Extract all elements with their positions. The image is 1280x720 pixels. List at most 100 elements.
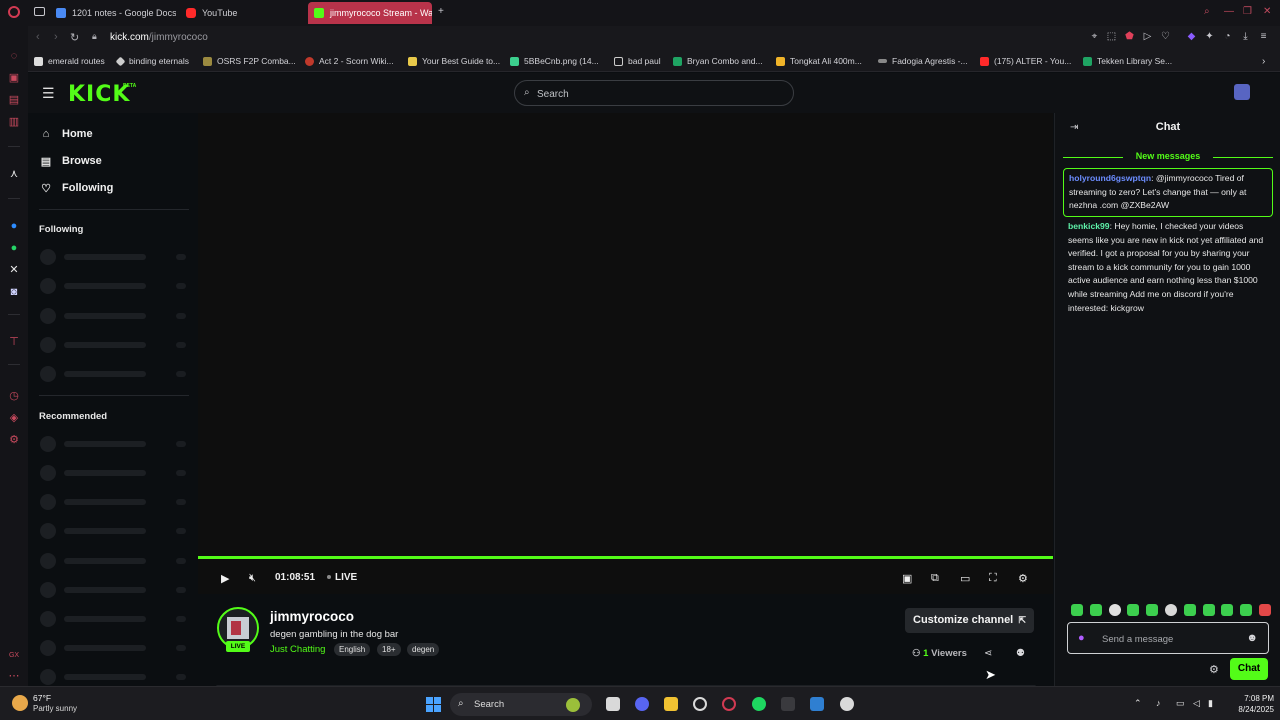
tab-youtube[interactable]: YouTube [186,2,296,24]
emote-icon[interactable] [1240,604,1253,616]
sidebar-history-icon[interactable]: ◷ [8,390,20,402]
chat-settings-icon[interactable]: ⚙ [1209,663,1219,676]
new-tab-button[interactable]: + [438,6,444,17]
hamburger-menu-icon[interactable]: ☰ [42,85,55,102]
bookmark-item[interactable]: Act 2 - Scorn Wiki... [305,54,394,68]
reload-icon[interactable]: ↻ [70,31,79,44]
sidebar-more-icon[interactable]: ⋯ [8,670,20,682]
taskbar-search[interactable]: ⌕ Search [450,693,592,716]
chat-input-box[interactable]: ● ☻ [1067,622,1269,654]
live-indicator[interactable]: LIVE [327,572,357,583]
search-tabs-icon[interactable]: ⌕ [1204,6,1210,17]
sidebar-discord-icon[interactable]: ◙ [8,286,20,298]
nav-following[interactable]: ♡ Following [40,179,113,197]
tag-degen[interactable]: degen [407,643,440,656]
bookmark-item[interactable]: binding eternals [115,54,189,68]
player-icon[interactable]: ▷ [1142,31,1153,42]
bookmarks-overflow-icon[interactable]: › [1262,54,1265,68]
emote-icon[interactable] [1146,604,1159,616]
tab-kick-stream[interactable]: jimmyrococo Stream - Wa [308,2,432,24]
user-avatar[interactable] [1234,84,1250,100]
windows-start-icon[interactable] [426,697,441,712]
sidebar-gx-icon[interactable]: GX [8,650,20,662]
tag-english[interactable]: English [334,643,371,656]
adblock-icon[interactable]: ⬟ [1124,31,1135,42]
sidebar-shopping-icon[interactable]: ▣ [8,72,20,84]
url-field[interactable]: kick.com/jimmyrococo [110,32,208,43]
spotify-app-icon[interactable] [752,697,766,711]
network-icon[interactable]: ▭ [1176,698,1185,709]
theater-mode-icon[interactable]: ▭ [960,572,970,585]
minimize-button[interactable]: — [1224,6,1234,17]
follow-user-icon[interactable]: ⚉ [1016,648,1025,659]
file-explorer-icon[interactable] [664,697,678,711]
bookmark-item[interactable]: emerald routes [34,54,105,68]
search-input[interactable] [537,86,777,102]
search-box[interactable]: ⌕ [514,80,794,106]
app-3-icon[interactable] [810,697,824,711]
discord-app-icon[interactable] [635,697,649,711]
new-messages-divider[interactable]: New messages [1063,151,1273,163]
heart-icon[interactable]: ♡ [1160,31,1171,42]
emote-icon[interactable] [1089,604,1102,616]
bookmark-item[interactable]: Tongkat Ali 400m... [776,54,862,68]
sidebar-x-icon[interactable]: ✕ [8,264,20,276]
emote-icon[interactable] [1202,604,1215,616]
screenshot-icon[interactable]: ⌖ [1089,31,1100,42]
unity-app-icon[interactable] [840,697,854,711]
vpn-icon[interactable]: ◆ [1186,31,1197,42]
chrome-app-icon[interactable] [693,697,707,711]
sidebar-wallet-icon[interactable]: ▤ [8,94,20,106]
bookmark-item[interactable]: (175) ALTER - You... [980,54,1071,68]
snapshot-icon[interactable]: ⬚ [1106,31,1117,42]
bookmark-item[interactable]: Fadogia Agrestis -... [878,54,968,68]
sidebar-extensions-icon[interactable]: ◈ [8,412,20,424]
mini-player-icon[interactable]: ▣ [902,572,912,585]
clip-icon[interactable]: ⧉ [931,572,939,585]
customize-channel-button[interactable]: Customize channel ⇱ [905,608,1034,633]
browser-menu-icon[interactable]: ≡ [1258,31,1269,42]
account-icon[interactable]: ◔ [1222,31,1233,42]
emote-icon[interactable] [1108,604,1121,616]
sidebar-mail-icon[interactable]: ▥ [8,116,20,128]
emote-icon[interactable] [1164,604,1177,616]
chat-username[interactable]: holyround6gswptqn [1069,173,1151,183]
emoji-picker-icon[interactable]: ☻ [1246,632,1258,644]
tab-overview-icon[interactable] [34,7,45,16]
nav-browse[interactable]: ▤ Browse [40,152,102,170]
system-clock[interactable]: 7:08 PM 8/24/2025 [1222,693,1274,715]
live-app-icon[interactable] [781,697,795,711]
task-view-icon[interactable] [606,697,620,711]
stream-category[interactable]: Just Chatting [270,644,325,655]
sidebar-messenger-icon[interactable]: ● [8,220,20,232]
battery-icon[interactable]: ▮ [1208,698,1213,709]
bookmark-item[interactable]: OSRS F2P Comba... [203,54,296,68]
sidebar-whatsapp-icon[interactable]: ● [8,242,20,254]
download-icon[interactable]: ⤓ [1240,31,1251,42]
close-button[interactable]: ✕ [1263,6,1271,17]
sidebar-flow-icon[interactable]: ⊤ [8,336,20,348]
emote-icon[interactable] [1183,604,1196,616]
send-chat-button[interactable]: Chat [1230,658,1268,680]
chat-message-input[interactable] [1102,631,1242,647]
fullscreen-icon[interactable]: ⛶ [989,572,997,585]
emote-icon[interactable] [1127,604,1140,616]
share-icon[interactable]: ⋖ [984,648,992,659]
bookmark-item[interactable]: bad paul [614,54,661,68]
play-icon[interactable]: ▶ [221,572,229,585]
tab-google-docs[interactable]: 1201 notes - Google Docs [56,2,176,24]
bookmark-item[interactable]: 5BBeCnb.png (14... [510,54,599,68]
extensions-icon[interactable]: ✦ [1204,31,1215,42]
sidebar-settings-icon[interactable]: ⚙ [8,434,20,446]
tag-18-plus[interactable]: 18+ [377,643,401,656]
opera-logo-icon[interactable] [8,6,20,18]
opera-gx-app-icon[interactable] [722,697,736,711]
volume-icon[interactable]: ◁ [1193,698,1200,709]
emote-icon[interactable] [1221,604,1234,616]
kick-logo[interactable]: KICK [68,82,130,107]
tray-overflow-icon[interactable]: ⌃ [1134,698,1142,709]
video-player[interactable] [198,113,1053,556]
bookmark-item[interactable]: Tekken Library Se... [1083,54,1172,68]
microphone-tray-icon[interactable]: ♪ [1156,698,1161,708]
weather-widget[interactable]: 67°F Partly sunny [12,692,102,716]
